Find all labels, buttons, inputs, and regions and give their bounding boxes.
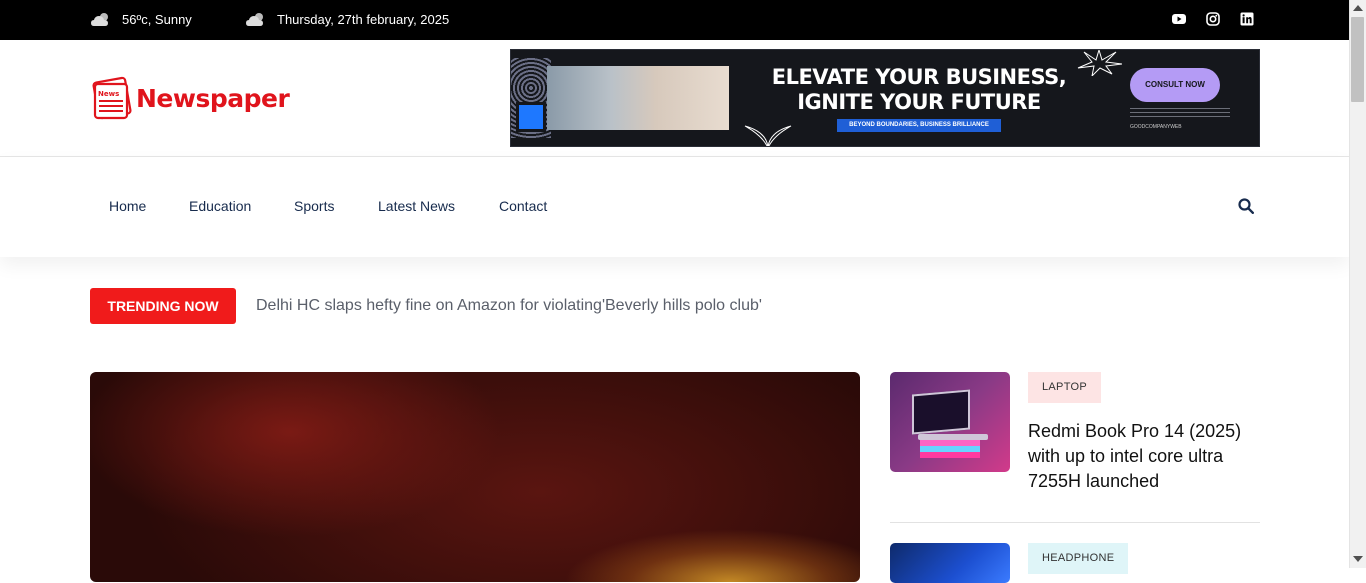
cloud-sun-icon	[91, 13, 108, 26]
hero-image[interactable]	[90, 372, 860, 582]
youtube-icon[interactable]	[1172, 12, 1186, 26]
weather-widget: 56ºc, Sunny	[90, 11, 192, 27]
instagram-icon[interactable]	[1206, 12, 1220, 26]
social-links	[1172, 12, 1254, 26]
cloud-sun-icon	[246, 13, 263, 26]
top-bar: 56ºc, Sunny Thursday, 27th february, 202…	[0, 0, 1349, 40]
newspaper-logo-icon: News	[92, 76, 132, 120]
ad-photo	[547, 66, 729, 130]
weather-text: 56ºc, Sunny	[122, 11, 192, 27]
nav-item-contact[interactable]: Contact	[499, 198, 547, 214]
ad-brand: GOODCOMPANYWEB	[1130, 124, 1182, 130]
category-tag[interactable]: HEADPHONE	[1028, 543, 1129, 574]
ad-banner[interactable]: ELEVATE YOUR BUSINESS, IGNITE YOUR FUTUR…	[510, 49, 1260, 147]
nav-item-education[interactable]: Education	[189, 198, 251, 214]
ad-headline: ELEVATE YOUR BUSINESS, IGNITE YOUR FUTUR…	[771, 65, 1067, 114]
nav-item-latest-news[interactable]: Latest News	[378, 198, 455, 214]
ad-cta-button[interactable]: CONSULT NOW	[1130, 68, 1220, 102]
ad-fine-print	[1130, 108, 1230, 120]
ad-sparkle-icon	[744, 125, 792, 146]
divider	[890, 522, 1260, 523]
scroll-down-arrow-icon[interactable]	[1353, 556, 1363, 562]
card-thumbnail[interactable]	[890, 543, 1010, 583]
card-title[interactable]: Redmi Book Pro 14 (2025) with up to inte…	[1028, 419, 1258, 494]
nav-item-home[interactable]: Home	[109, 198, 146, 214]
date-widget: Thursday, 27th february, 2025	[245, 11, 449, 27]
books-image	[920, 440, 980, 458]
ad-strip: BEYOND BOUNDARIES, BUSINESS BRILLIANCE	[837, 119, 1001, 132]
site-header: News Newspaper ELEVATE YOUR BUSINESS, IG…	[0, 40, 1349, 157]
search-icon[interactable]	[1238, 198, 1254, 214]
scroll-up-arrow-icon[interactable]	[1353, 5, 1363, 11]
nav-item-sports[interactable]: Sports	[294, 198, 334, 214]
main-nav: Home Education Sports Latest News Contac…	[0, 157, 1349, 257]
date-text: Thursday, 27th february, 2025	[277, 11, 450, 27]
category-tag[interactable]: LAPTOP	[1028, 372, 1102, 403]
ad-logo-square	[516, 102, 546, 132]
site-logo[interactable]: News Newspaper	[92, 76, 290, 120]
ad-star-icon	[1077, 50, 1122, 76]
trending-badge: TRENDING NOW	[90, 288, 236, 324]
linkedin-icon[interactable]	[1240, 12, 1254, 26]
laptop-image	[912, 389, 970, 435]
scrollbar-thumb[interactable]	[1351, 17, 1364, 102]
trending-headline[interactable]: Delhi HC slaps hefty fine on Amazon for …	[256, 297, 762, 315]
logo-text: Newspaper	[136, 83, 290, 113]
card-thumbnail[interactable]	[890, 372, 1010, 472]
svg-text:News: News	[98, 90, 119, 98]
